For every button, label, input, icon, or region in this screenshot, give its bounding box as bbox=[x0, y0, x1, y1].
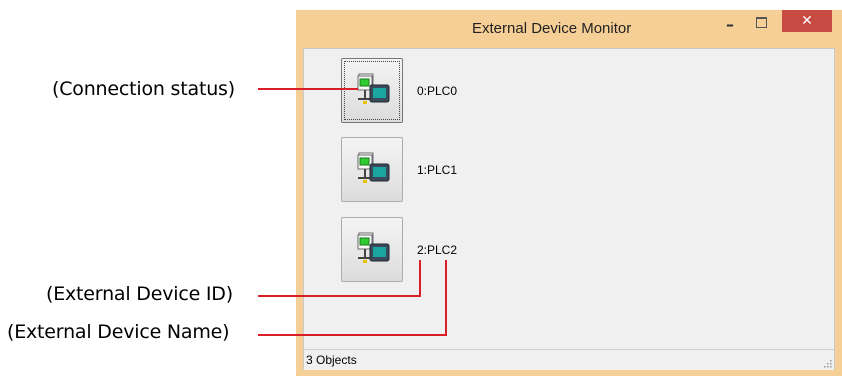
callout-line-device-id-vertical bbox=[419, 260, 421, 297]
close-icon: ✕ bbox=[801, 13, 813, 29]
network-device-icon bbox=[357, 152, 390, 183]
close-button[interactable]: ✕ bbox=[782, 10, 832, 32]
callout-connection-status: (Connection status) bbox=[52, 78, 235, 100]
window-title: External Device Monitor bbox=[472, 20, 632, 37]
callout-external-device-id: (External Device ID) bbox=[46, 283, 233, 305]
callout-external-device-name: (External Device Name) bbox=[7, 321, 230, 343]
callout-line-device-name-vertical bbox=[445, 260, 447, 336]
device-label-plc1: 1:PLC1 bbox=[417, 163, 458, 177]
status-object-count: 3 Objects bbox=[306, 353, 357, 367]
callout-line-device-id-horizontal bbox=[258, 295, 420, 297]
device-list-area: 0:PLC0 1:PLC1 2:PLC2 3 Objects bbox=[303, 48, 835, 370]
device-label-plc2: 2:PLC2 bbox=[417, 243, 458, 257]
maximize-icon bbox=[755, 17, 767, 28]
device-button-plc0[interactable] bbox=[341, 58, 403, 123]
device-label-plc0: 0:PLC0 bbox=[417, 84, 458, 98]
callout-line-device-name-horizontal bbox=[258, 334, 447, 336]
external-device-monitor-window: External Device Monitor – ✕ 0:PLC0 1:PLC… bbox=[296, 10, 842, 376]
minimize-button[interactable]: – bbox=[716, 14, 744, 35]
device-button-plc1[interactable] bbox=[341, 137, 403, 202]
maximize-button[interactable] bbox=[748, 12, 774, 33]
callout-line-connection-status bbox=[258, 88, 358, 90]
network-device-icon bbox=[357, 232, 390, 263]
minimize-icon: – bbox=[726, 15, 734, 34]
resize-grip-icon[interactable] bbox=[822, 358, 832, 368]
network-device-icon bbox=[357, 73, 390, 104]
status-bar: 3 Objects bbox=[304, 349, 834, 370]
device-button-plc2[interactable] bbox=[341, 217, 403, 282]
